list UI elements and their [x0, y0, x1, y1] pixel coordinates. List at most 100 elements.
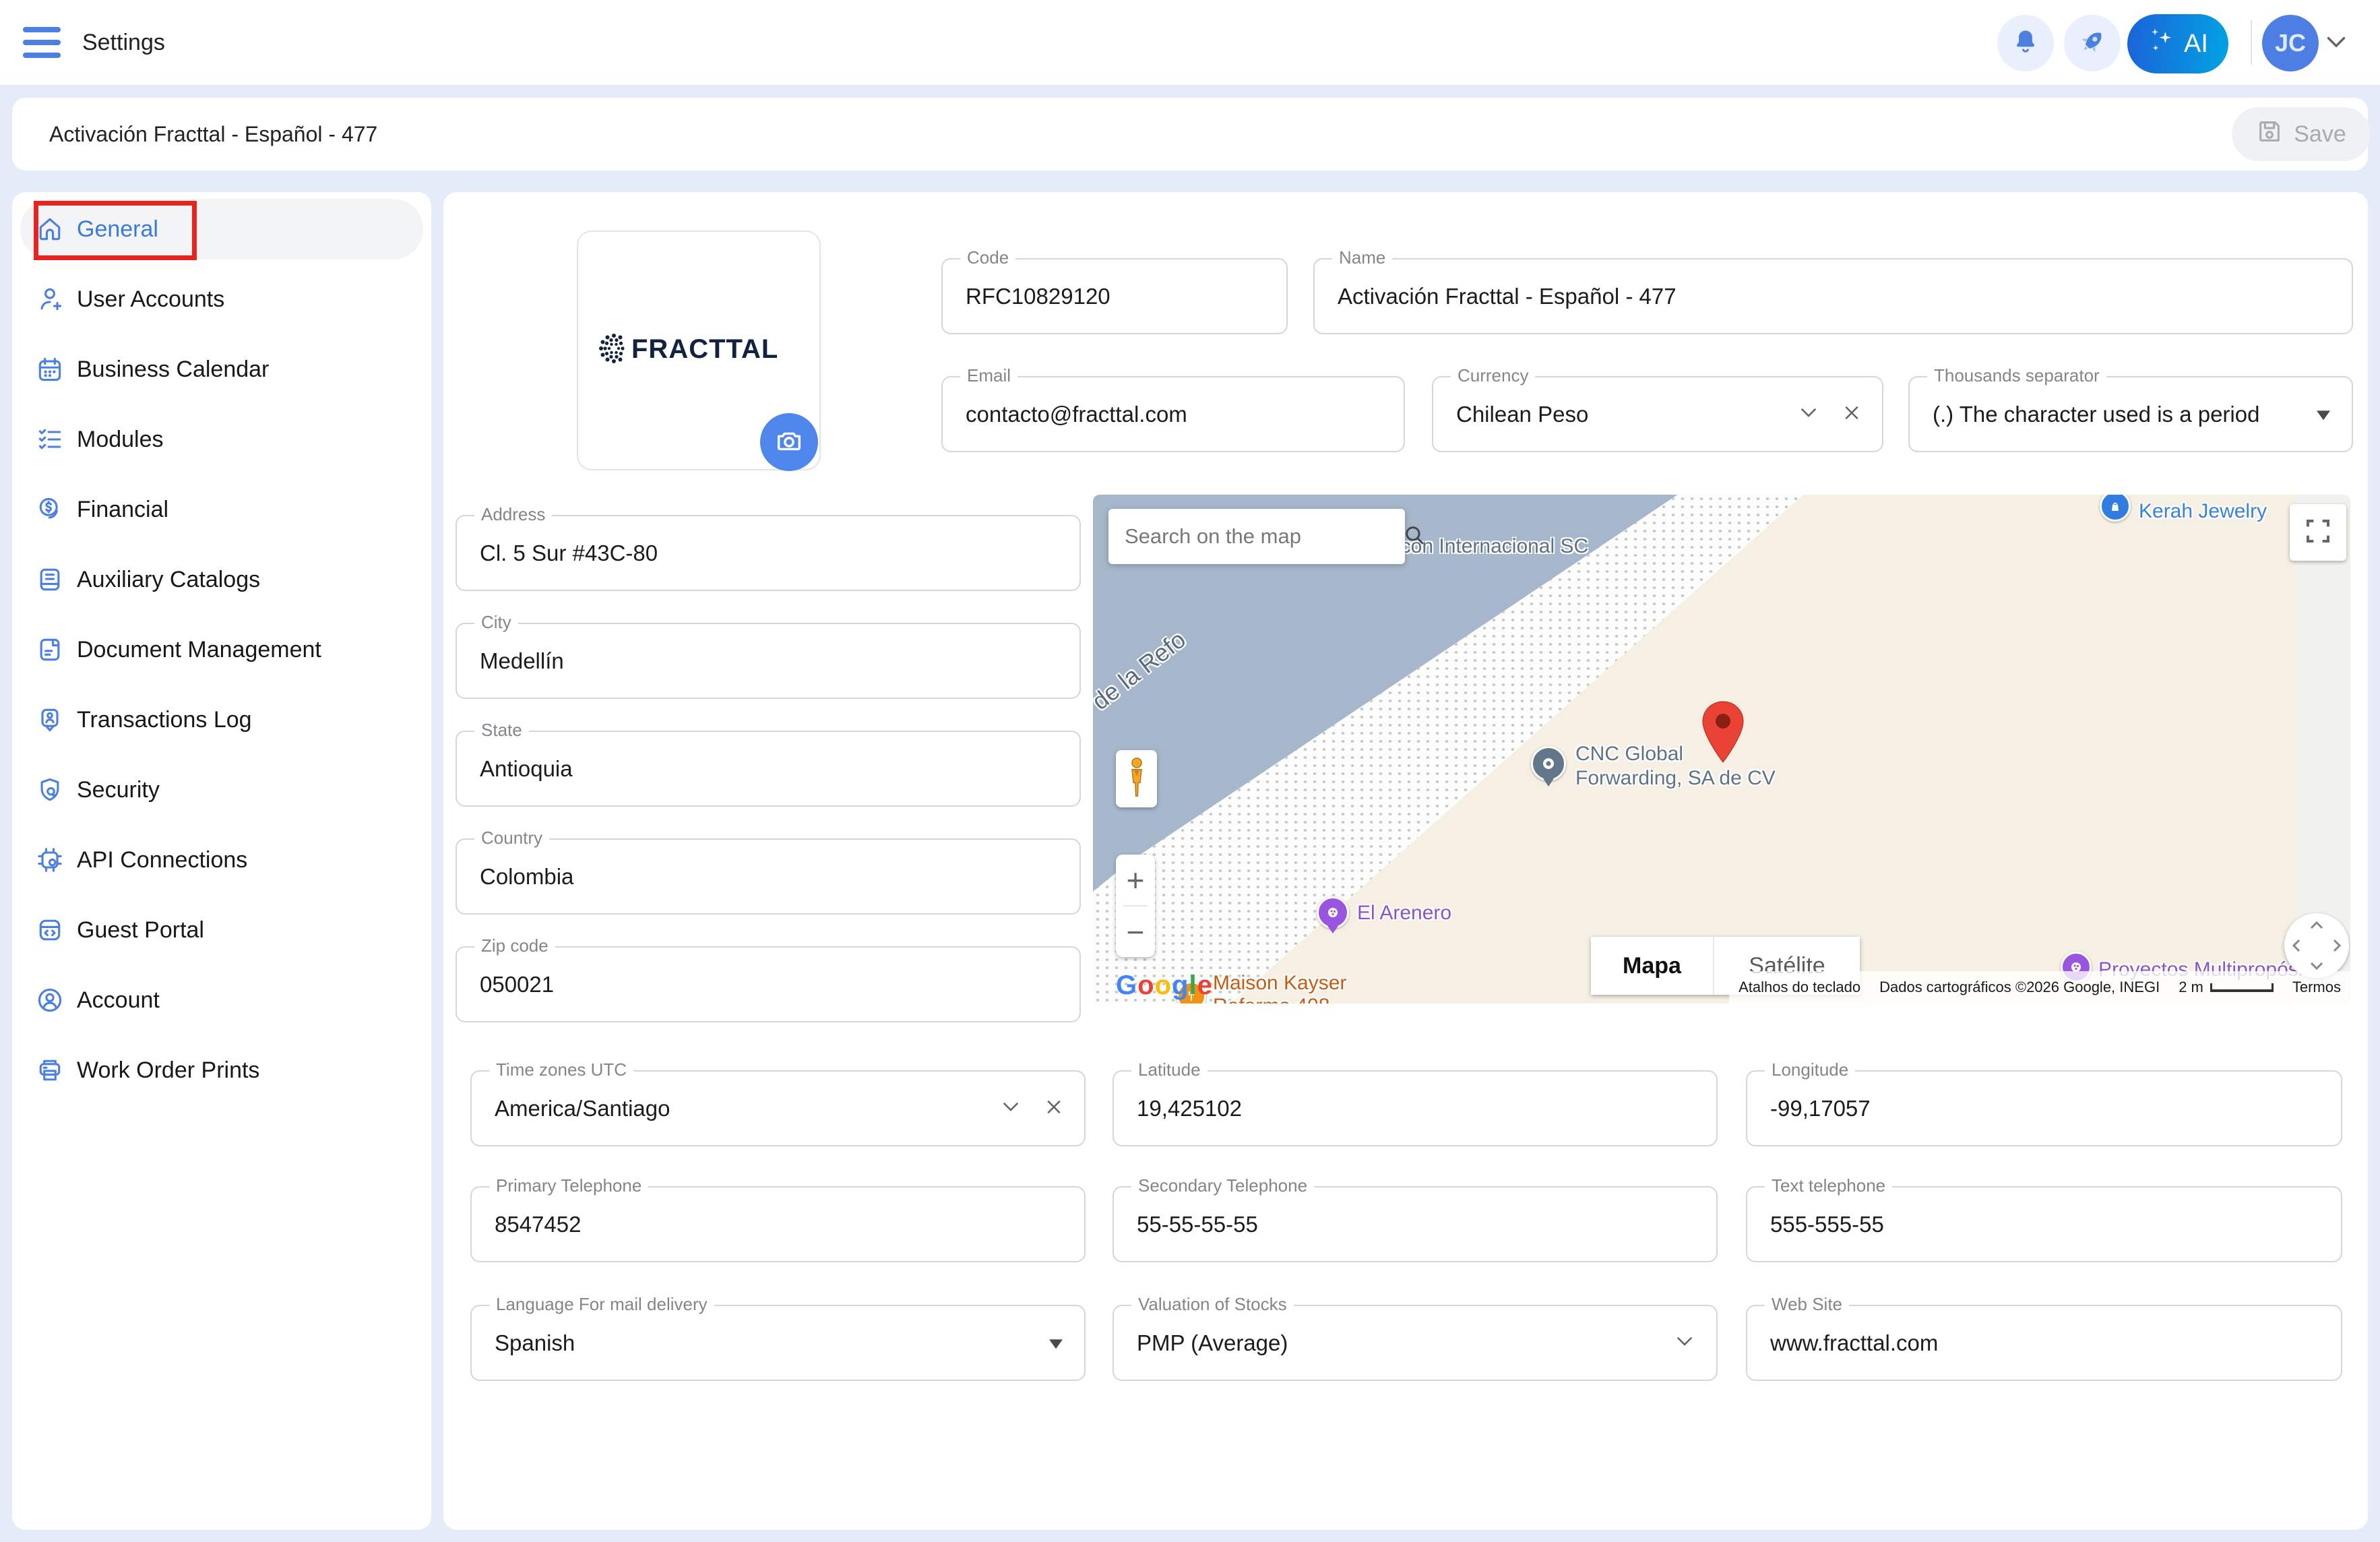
sidebar-item-label: Guest Portal [77, 917, 204, 943]
location-map[interactable]: de la Refo Aicon Internacional SC Kerah … [1093, 495, 2350, 1004]
country-value: Colombia [480, 863, 574, 889]
sidebar-item-label: API Connections [77, 846, 248, 873]
map-attribution-bar: Atalhos do teclado Dados cartográficos ©… [1729, 971, 2350, 1004]
coin-dollar-icon [35, 495, 65, 524]
sidebar-item-financial[interactable]: Financial [20, 479, 423, 540]
thousands-separator-value: (.) The character used is a period [1933, 401, 2260, 427]
document-icon [35, 635, 65, 665]
sidebar-item-auxiliary-catalogs[interactable]: Auxiliary Catalogs [20, 549, 423, 610]
attraction-poi-icon[interactable] [1317, 896, 1349, 929]
sidebar-item-business-calendar[interactable]: Business Calendar [20, 339, 423, 400]
thousands-separator-select[interactable]: Thousands separator (.) The character us… [1908, 365, 2353, 452]
hamburger-menu-icon[interactable] [23, 27, 61, 58]
currency-select[interactable]: Currency Chilean Peso [1432, 365, 1883, 452]
text-telephone-value: 555-555-55 [1770, 1211, 1884, 1237]
poi-label[interactable]: Maison Kayser [1213, 972, 1346, 995]
state-field[interactable]: State Antioquia [456, 720, 1081, 807]
zoom-out-button[interactable]: − [1116, 906, 1155, 957]
save-label: Save [2294, 121, 2346, 147]
timezone-select[interactable]: Time zones UTC America/Santiago [470, 1059, 1086, 1146]
map-toggle-button[interactable]: Mapa [1591, 937, 1713, 995]
sidebar-item-work-order-prints[interactable]: Work Order Prints [20, 1040, 423, 1101]
bell-icon [2011, 27, 2040, 60]
text-telephone-field[interactable]: Text telephone 555-555-55 [1746, 1175, 2342, 1262]
pan-control[interactable] [2284, 913, 2349, 978]
settings-sidebar: General User Accounts Business Calendar … [12, 192, 431, 1530]
map-search-input[interactable] [1123, 524, 1395, 549]
fullscreen-icon [2305, 518, 2331, 548]
clear-icon[interactable] [1044, 1097, 1064, 1120]
chevron-down-icon[interactable] [1800, 407, 1817, 421]
address-field[interactable]: Address Cl. 5 Sur #43C-80 [456, 504, 1081, 591]
sidebar-item-api-connections[interactable]: API Connections [20, 830, 423, 890]
home-icon [35, 214, 65, 244]
poi-label[interactable]: Reforma 408 [1213, 995, 1329, 1004]
business-poi-icon[interactable] [1531, 746, 1566, 781]
sidebar-item-general[interactable]: General [20, 199, 423, 259]
user-avatar[interactable]: JC [2262, 15, 2319, 71]
sidebar-item-guest-portal[interactable]: Guest Portal [20, 900, 423, 960]
latitude-value: 19,425102 [1137, 1095, 1242, 1121]
country-field[interactable]: Country Colombia [456, 828, 1081, 915]
currency-value: Chilean Peso [1456, 401, 1589, 427]
longitude-field[interactable]: Longitude -99,17057 [1746, 1059, 2342, 1146]
keyboard-shortcuts-link[interactable]: Atalhos do teclado [1729, 971, 1871, 1004]
stock-valuation-select[interactable]: Valuation of Stocks PMP (Average) [1113, 1294, 1718, 1381]
dropdown-arrow-icon[interactable] [1049, 1338, 1063, 1349]
poi-label[interactable]: Forwarding, SA de CV [1575, 767, 1776, 790]
rocket-icon [2077, 27, 2107, 60]
location-pin[interactable] [1701, 700, 1745, 768]
page-title: Settings [82, 29, 165, 55]
save-icon [2256, 118, 2283, 151]
city-field[interactable]: City Medellín [456, 612, 1081, 699]
camera-icon [774, 425, 805, 460]
jewelry-poi-icon[interactable] [2100, 495, 2131, 522]
sidebar-item-modules[interactable]: Modules [20, 409, 423, 470]
secondary-telephone-field[interactable]: Secondary Telephone 55-55-55-55 [1113, 1175, 1718, 1262]
zoom-in-button[interactable]: + [1116, 855, 1155, 905]
fullscreen-button[interactable] [2290, 504, 2346, 561]
code-value: RFC10829120 [966, 283, 1110, 309]
website-field[interactable]: Web Site www.fracttal.com [1746, 1294, 2342, 1381]
pegman-control[interactable] [1116, 750, 1157, 807]
secondary-telephone-value: 55-55-55-55 [1137, 1211, 1258, 1237]
whats-new-button[interactable] [2064, 15, 2121, 71]
poi-label[interactable]: El Arenero [1357, 902, 1451, 925]
ai-assistant-button[interactable]: AI [2127, 14, 2228, 73]
calendar-icon [35, 354, 65, 384]
sidebar-item-transactions-log[interactable]: Transactions Log [20, 689, 423, 750]
email-field[interactable]: Email contacto@fracttal.com [941, 365, 1405, 452]
save-button[interactable]: Save [2232, 107, 2371, 161]
website-value: www.fracttal.com [1770, 1330, 1939, 1355]
name-field[interactable]: Name Activación Fracttal - Español - 477 [1313, 247, 2353, 334]
sidebar-item-label: Work Order Prints [77, 1057, 260, 1083]
poi-label[interactable]: CNC Global [1575, 743, 1683, 766]
upload-photo-button[interactable] [760, 413, 818, 471]
state-value: Antioquia [480, 755, 573, 781]
clear-icon[interactable] [1842, 402, 1862, 426]
primary-telephone-field[interactable]: Primary Telephone 8547452 [470, 1175, 1086, 1262]
mail-language-select[interactable]: Language For mail delivery Spanish [470, 1294, 1086, 1381]
poi-label[interactable]: Kerah Jewelry [2139, 500, 2267, 523]
sidebar-item-label: Auxiliary Catalogs [77, 566, 261, 592]
search-icon[interactable] [1403, 524, 1426, 550]
account-chevron-down-icon[interactable] [2326, 36, 2346, 52]
zip-code-field[interactable]: Zip code 050021 [456, 935, 1081, 1022]
latitude-field[interactable]: Latitude 19,425102 [1113, 1059, 1718, 1146]
sidebar-item-document-management[interactable]: Document Management [20, 619, 423, 680]
map-search-box[interactable] [1108, 509, 1424, 564]
google-logo[interactable]: Google [1116, 970, 1213, 1001]
chevron-down-icon[interactable] [1002, 1101, 1020, 1115]
sidebar-item-security[interactable]: Security [20, 760, 423, 820]
notifications-button[interactable] [1997, 15, 2054, 71]
zip-code-value: 050021 [480, 971, 555, 997]
dropdown-arrow-icon[interactable] [2317, 410, 2330, 420]
code-field[interactable]: Code RFC10829120 [941, 247, 1288, 334]
sidebar-item-account[interactable]: Account [20, 970, 423, 1030]
person-circle-icon [35, 985, 65, 1015]
chevron-down-icon[interactable] [1676, 1336, 1693, 1350]
poi-tail [1543, 778, 1554, 787]
terms-link[interactable]: Termos [2282, 971, 2350, 1004]
sidebar-item-user-accounts[interactable]: User Accounts [20, 269, 423, 330]
entity-header: Activación Fracttal - Español - 477 Save [12, 98, 2371, 171]
